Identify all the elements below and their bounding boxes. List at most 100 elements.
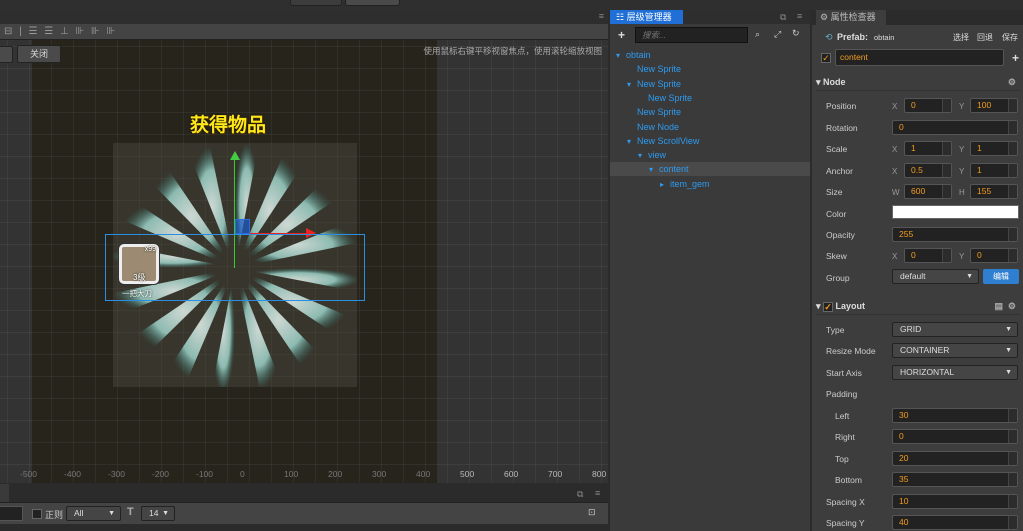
rotation-input[interactable]: 0 [892,120,1018,135]
refresh-icon[interactable]: ↻ [792,28,800,39]
tree-node[interactable]: New Node [610,120,810,134]
scale-x-input[interactable]: 1 [904,141,952,156]
dropdown-arrow-icon: ▼ [1005,369,1012,376]
console-search-input[interactable] [0,506,23,521]
console-toolbar: 正则 All ▼ T 14 ▼ ⊡ [0,502,608,524]
prefab-select-button[interactable]: 选择 [953,32,969,43]
regex-checkbox[interactable] [32,509,42,519]
book-icon[interactable]: ▤ [994,297,1003,315]
tree-node[interactable]: ▾ New Sprite [610,77,810,91]
position-x-input[interactable]: 0 [904,98,952,113]
anchor-x-input[interactable]: 0.5 [904,163,952,178]
group-edit-button[interactable]: 编辑 [983,269,1019,284]
color-swatch[interactable] [892,205,1019,219]
prefab-save-button[interactable]: 保存 [1002,32,1018,43]
tree-node[interactable]: ▾ New ScrollView [610,134,810,148]
inspector-tab[interactable]: ⚙ 属性检查器 [816,10,886,25]
hierarchy-search-input[interactable] [635,27,748,43]
anchor-y-input[interactable]: 1 [970,163,1018,178]
ruler-tick-label: -500 [20,469,38,479]
expand-arrow-icon[interactable]: ▾ [616,49,626,63]
expand-arrow-icon[interactable]: ▾ [649,163,659,177]
item-slot[interactable]: x99 3级 [119,244,159,284]
menu-icon[interactable]: ≡ [797,11,802,21]
align-icons[interactable]: ⊟ | ☰ ☰ ⊥ ⊪ ⊪ ⊪ [4,26,117,37]
console-tab[interactable] [0,484,9,502]
align-toolbar: ⊟ | ☰ ☰ ⊥ ⊪ ⊪ ⊪ [0,24,608,40]
tree-node[interactable]: New Sprite [610,105,810,119]
hierarchy-tab[interactable]: ☷ 层级管理器 [610,10,683,24]
tree-node[interactable]: New Sprite [610,62,810,76]
ruler-tick-label: 100 [284,469,299,479]
expand-arrow-icon[interactable]: ▾ [627,135,637,149]
item-level: 3级 [133,273,146,282]
scene-view[interactable]: 关闭 使用鼠标右键平移视窗焦点，使用滚轮缩放视图 获得物品 x99 3级 一把大… [0,40,608,483]
size-w-input[interactable]: 600 [904,184,952,199]
group-select[interactable]: default ▼ [892,269,979,284]
top-button[interactable] [345,0,400,6]
padding-top-input[interactable]: 20 [892,451,1018,466]
node-section-header[interactable]: ▾ Node ⚙ [816,73,1021,91]
axis-label: X [892,252,898,261]
select-value: HORIZONTAL [900,367,955,377]
axis-label: X [892,167,898,176]
close-button[interactable]: 关闭 [17,45,61,63]
type-select[interactable]: GRID ▼ [892,322,1018,337]
move-handle[interactable] [235,219,250,234]
scale-y-input[interactable]: 1 [970,141,1018,156]
y-arrow-icon[interactable] [230,151,240,160]
property-label: Anchor [826,166,853,176]
axis-label: Y [959,167,965,176]
scene-button[interactable] [0,46,13,63]
settings-icon[interactable]: ⚙ [1008,297,1016,315]
node-section-title: Node [823,77,846,87]
menu-icon[interactable]: ≡ [595,488,600,498]
property-label: Position [826,101,857,111]
ruler-tick-label: 700 [548,469,563,479]
padding-bottom-input[interactable]: 35 [892,472,1018,487]
node-name-input[interactable]: content [835,49,1004,66]
opacity-input[interactable]: 255 [892,227,1018,242]
clear-icon[interactable]: ⊡ [588,507,596,518]
property-label: Type [826,325,845,335]
settings-icon[interactable]: ⚙ [1008,73,1016,91]
position-y-input[interactable]: 100 [970,98,1018,113]
ruler-tick-label: -400 [64,469,82,479]
padding-right-input[interactable]: 0 [892,429,1018,444]
log-filter-select[interactable]: All ▼ [66,506,121,521]
spacing_x-input[interactable]: 10 [892,494,1018,509]
tree-node[interactable]: ▾ view [610,148,810,162]
skew-x-input[interactable]: 0 [904,248,952,263]
axis-label: Y [959,102,965,111]
top-button[interactable] [290,0,342,6]
padding-left-input[interactable]: 30 [892,408,1018,423]
active-checkbox[interactable]: ✓ [821,53,831,63]
spacing_y-input[interactable]: 40 [892,515,1018,530]
expand-arrow-icon[interactable]: ▾ [638,149,648,163]
select-value: GRID [900,324,922,334]
tree-node[interactable]: New Sprite [610,91,810,105]
tree-node-label: content [659,164,689,175]
tree-node-label: New Node [637,121,680,132]
expand-icon[interactable]: ⤢ [774,29,781,40]
size-h-input[interactable]: 155 [970,184,1018,199]
layout-section-header[interactable]: ▾ ✓ Layout ▤ ⚙ [816,297,1021,315]
expand-arrow-icon[interactable]: ▸ [660,178,670,192]
prefab-revert-button[interactable]: 回退 [977,32,993,43]
search-icon[interactable]: ⌕ [755,29,760,40]
add-node-button[interactable]: + [618,28,625,42]
layout-checkbox[interactable]: ✓ [823,301,834,312]
resize_mode-select[interactable]: CONTAINER ▼ [892,343,1018,358]
tree-node[interactable]: ▾ content [610,162,810,177]
skew-y-input[interactable]: 0 [970,248,1018,263]
popout-icon[interactable]: ⧉ [780,12,786,23]
add-component-button[interactable]: + [1012,51,1019,65]
tree-node[interactable]: ▸ item_gem [610,177,810,191]
font-size-select[interactable]: 14 ▼ [141,506,175,521]
regex-label: 正则 [45,510,64,520]
expand-arrow-icon[interactable]: ▾ [627,78,637,92]
tree-node[interactable]: ▾ obtain [610,48,810,62]
menu-icon[interactable]: ≡ [599,11,604,21]
popout-icon[interactable]: ⧉ [577,489,583,500]
start_axis-select[interactable]: HORIZONTAL ▼ [892,365,1018,380]
